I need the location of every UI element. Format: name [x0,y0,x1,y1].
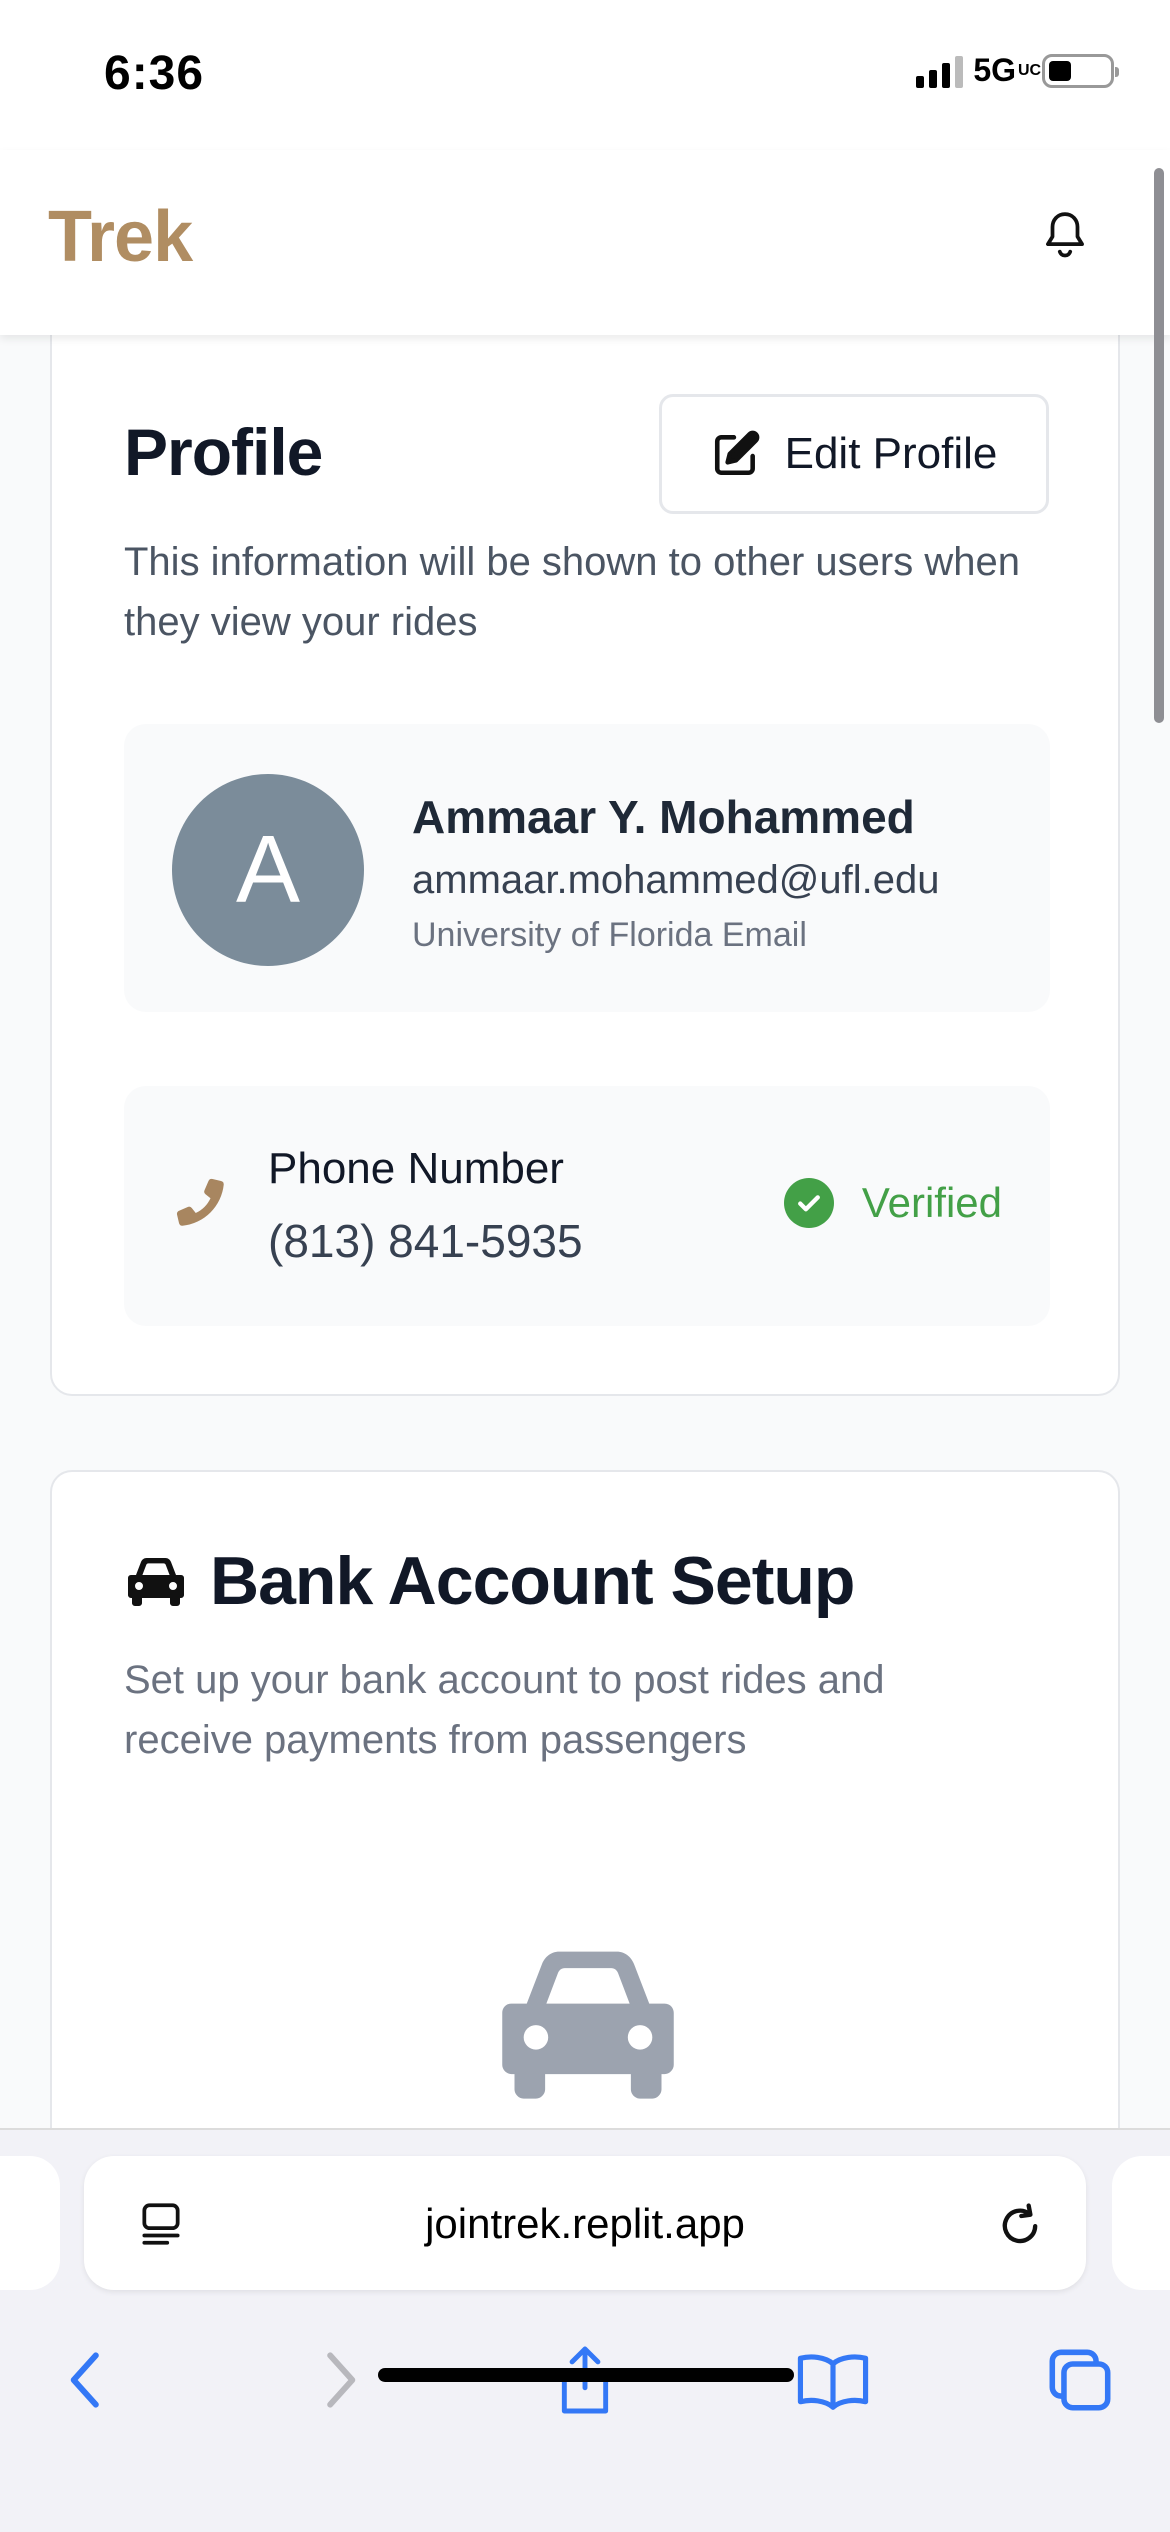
bookmarks-button[interactable] [793,2340,873,2420]
bank-title: Bank Account Setup [210,1543,855,1619]
avatar: A [172,774,364,966]
bank-setup-card: Bank Account Setup Set up your bank acco… [50,1470,1120,2170]
next-tab-peek[interactable] [1112,2156,1170,2290]
signal-icon [916,54,964,88]
back-button[interactable] [46,2340,126,2420]
status-time: 6:36 [104,47,205,100]
profile-description: This information will be shown to other … [124,540,1020,644]
profile-title: Profile [124,415,323,489]
brand-logo[interactable]: Trek [48,196,193,278]
battery-icon [1042,53,1119,88]
chevron-right-icon [327,2352,356,2408]
app-header: Trek [0,150,1170,335]
check-circle-icon [783,1178,834,1228]
phone-icon [176,1178,224,1226]
book-icon [797,2354,869,2410]
edit-profile-label: Edit Profile [784,429,998,478]
network-suffix: UC [1018,61,1042,79]
url-text[interactable]: jointrek.replit.app [84,2200,1086,2248]
bank-title-row: Bank Account Setup [124,1542,855,1620]
profile-card: Profile Edit Profile This information wi… [50,300,1120,1396]
forward-button[interactable] [300,2340,380,2420]
phone-label: Phone Number [268,1144,564,1193]
chevron-left-icon [70,2352,99,2408]
user-email-label: University of Florida Email [412,916,807,954]
phone-value: (813) 841-5935 [268,1215,583,1267]
car-icon [128,1558,184,1606]
browser-toolbar: jointrek.replit.app [0,2128,1170,2532]
user-email: ammaar.mohammed@ufl.edu [412,858,940,902]
network-label: 5G [973,52,1016,88]
home-indicator[interactable] [378,2368,794,2382]
address-bar[interactable]: jointrek.replit.app [84,2156,1086,2290]
user-name: Ammaar Y. Mohammed [412,791,915,843]
user-info-box: A Ammaar Y. Mohammed ammaar.mohammed@ufl… [124,724,1050,1012]
phone-info-box: Phone Number (813) 841-5935 Verified [124,1086,1050,1326]
status-indicators: 5G UC [916,52,1119,89]
car-icon [502,1951,674,2099]
page-scrollbar[interactable] [1154,168,1164,723]
bell-icon[interactable] [1040,208,1090,264]
edit-icon [714,430,759,476]
bank-description: Set up your bank account to post rides a… [124,1658,885,1762]
tabs-icon [1049,2349,1111,2411]
reload-icon[interactable] [994,2196,1046,2252]
status-bar: 6:36 5G UC [0,0,1170,150]
verified-label: Verified [861,1179,1002,1226]
tabs-button[interactable] [1040,2340,1120,2420]
previous-tab-peek[interactable] [0,2156,60,2290]
edit-profile-button[interactable]: Edit Profile [659,394,1049,514]
verified-badge: Verified [783,1178,1002,1228]
